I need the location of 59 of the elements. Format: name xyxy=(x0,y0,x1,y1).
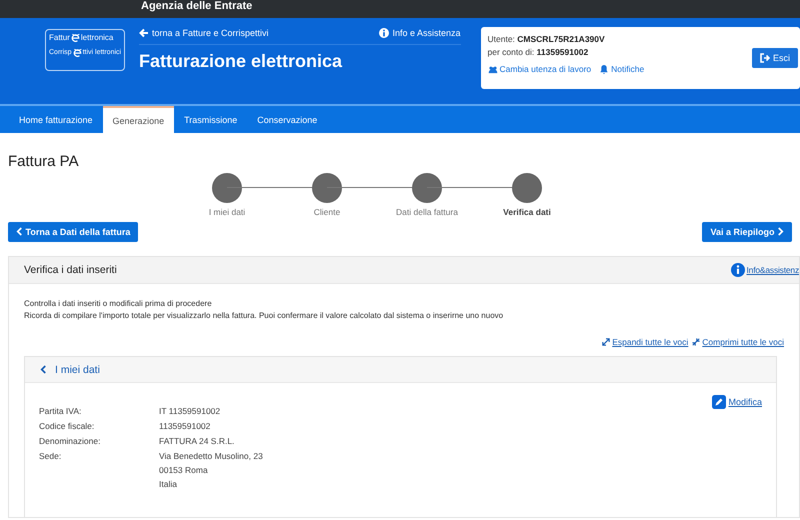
step-label: Verifica dati xyxy=(503,207,551,217)
bell-icon xyxy=(599,64,610,74)
collapse-all-link[interactable]: Comprimi tutte le voci xyxy=(692,337,784,347)
logout-button[interactable]: Esci xyxy=(752,48,798,68)
back-button[interactable]: Torna a Dati della fattura xyxy=(8,222,138,242)
field-value: FATTURA 24 S.R.L. xyxy=(159,436,236,446)
instruction-text: Ricorda di compilare l'importo totale per visualizzarlo nella fattura. Puoi confermare il valore calcolato dal sistema o inserirne uno nuovo xyxy=(24,311,504,320)
expand-all-link[interactable]: Espandi tutte le voci xyxy=(602,337,688,347)
arrow-left-icon xyxy=(139,28,149,38)
chevron-left-icon xyxy=(40,365,47,374)
step-circle xyxy=(212,173,242,203)
account-line: per conto di: 11359591002 xyxy=(488,47,590,57)
step-label: Dati della fattura xyxy=(396,207,458,217)
page-title: Fattura PA xyxy=(8,153,80,170)
step-label: Cliente xyxy=(314,207,340,217)
agency-name: Agenzia delle Entrate xyxy=(141,0,252,12)
panel-title: Verifica i dati inseriti xyxy=(24,264,117,276)
info-link[interactable]: Info&assistenz xyxy=(730,263,799,277)
nav-tab[interactable]: Home fatturazione xyxy=(9,106,103,133)
nav-tab[interactable]: Trasmissione xyxy=(174,106,248,133)
exit-icon xyxy=(760,53,770,63)
field-value: 00153 Roma xyxy=(159,465,209,475)
logo-text: lettronica xyxy=(80,33,114,42)
field-label: Partita IVA: xyxy=(39,406,82,416)
step-circle xyxy=(312,173,342,203)
logo-text: Fattur xyxy=(49,33,70,42)
step-circle xyxy=(512,173,542,203)
field-value: IT 11359591002 xyxy=(159,406,222,416)
nav-tab[interactable]: Generazione xyxy=(102,106,174,133)
users-icon xyxy=(488,64,498,74)
collapse-icon xyxy=(692,338,700,346)
edit-link[interactable]: Modifica xyxy=(712,395,762,409)
user-line: Utente: CMSCRL75R21A390V xyxy=(488,34,606,44)
switch-user-link[interactable]: Cambia utenza di lavoro xyxy=(488,64,592,74)
info-icon xyxy=(379,28,390,38)
field-label: Sede: xyxy=(39,451,62,463)
field-value: Via Benedetto Musolino, 23 xyxy=(159,451,264,461)
field-label: Denominazione: xyxy=(39,436,102,446)
letter-e-icon xyxy=(70,33,80,42)
chevron-right-icon xyxy=(777,227,784,236)
chevron-left-icon xyxy=(16,227,23,236)
field-label: Codice fiscale: xyxy=(39,421,96,431)
step-circle xyxy=(412,173,442,203)
notifications-link[interactable]: Notifiche xyxy=(599,64,644,74)
field-value: 11359591002 xyxy=(159,421,212,431)
section-header[interactable]: I miei dati xyxy=(25,357,776,383)
section-title: I miei dati xyxy=(55,364,100,376)
next-button[interactable]: Vai a Riepilogo xyxy=(702,222,792,242)
info-link[interactable]: Info e Assistenza xyxy=(379,28,460,38)
nav-tab[interactable]: Conservazione xyxy=(247,106,328,133)
back-link[interactable]: torna a Fatture e Corrispettivi xyxy=(139,28,269,38)
step-label: I miei dati xyxy=(208,207,246,217)
instruction-text: Controlla i dati inseriti o modificali prima di procedere xyxy=(24,299,213,308)
letter-e-icon xyxy=(72,48,82,57)
expand-icon xyxy=(602,338,610,346)
pencil-icon xyxy=(712,395,726,409)
info-icon xyxy=(730,263,745,277)
field-value: Italia xyxy=(159,479,178,489)
app-title: Fatturazione elettronica xyxy=(139,51,344,72)
